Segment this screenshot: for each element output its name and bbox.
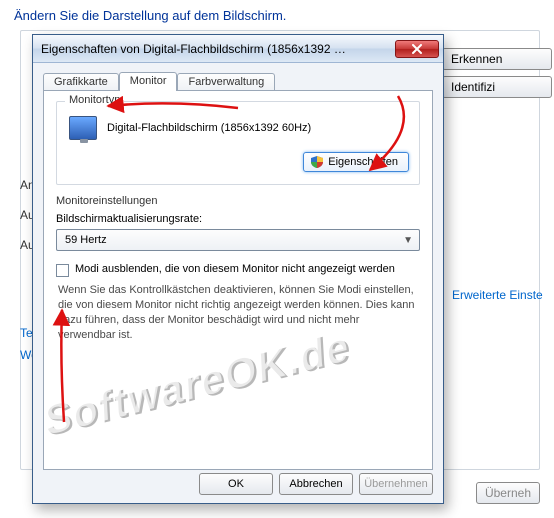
monitor-properties-button-label: Eigenschaften	[328, 156, 398, 168]
hide-modes-checkbox[interactable]	[56, 264, 69, 277]
identify-button[interactable]: Identifizi	[442, 76, 552, 98]
hide-modes-help: Wenn Sie das Kontrollkästchen deaktivier…	[58, 283, 418, 342]
uac-shield-icon	[310, 155, 324, 169]
dialog-body: Grafikkarte Monitor Farbverwaltung Monit…	[33, 63, 443, 470]
monitor-icon	[69, 116, 97, 140]
window-title: Eigenschaften von Digital-Flachbildschir…	[41, 42, 391, 56]
hide-modes-label: Modi ausblenden, die von diesem Monitor …	[75, 263, 395, 275]
dialog-button-row: OK Abbrechen Übernehmen	[199, 473, 433, 495]
ok-button[interactable]: OK	[199, 473, 273, 495]
refresh-rate-value: 59 Hertz	[65, 234, 107, 246]
monitor-properties-dialog: Eigenschaften von Digital-Flachbildschir…	[32, 34, 444, 504]
refresh-rate-combo[interactable]: 59 Hertz ▼	[56, 229, 420, 251]
hide-modes-row[interactable]: Modi ausblenden, die von diesem Monitor …	[56, 263, 420, 277]
page-heading: Ändern Sie die Darstellung auf dem Bilds…	[0, 0, 554, 33]
tab-strip: Grafikkarte Monitor Farbverwaltung	[43, 69, 433, 91]
refresh-rate-label: Bildschirmaktualisierungsrate:	[56, 213, 420, 225]
tab-adapter[interactable]: Grafikkarte	[43, 73, 119, 91]
tab-color[interactable]: Farbverwaltung	[177, 73, 275, 91]
group-monitortype-caption: Monitortyp	[65, 94, 124, 106]
close-button[interactable]	[395, 40, 439, 58]
cancel-button[interactable]: Abbrechen	[279, 473, 353, 495]
monitor-properties-button[interactable]: Eigenschaften	[303, 152, 409, 172]
monitor-name: Digital-Flachbildschirm (1856x1392 60Hz)	[107, 122, 311, 134]
tab-monitor[interactable]: Monitor	[119, 72, 178, 91]
chevron-down-icon: ▼	[403, 235, 413, 246]
apply-button[interactable]: Übernehmen	[359, 473, 433, 495]
settings-caption: Monitoreinstellungen	[56, 195, 420, 207]
monitor-entry: Digital-Flachbildschirm (1856x1392 60Hz)	[69, 116, 409, 140]
close-icon	[412, 44, 422, 54]
apply-button-bg[interactable]: Überneh	[476, 482, 540, 504]
advanced-settings-link[interactable]: Erweiterte Einste	[452, 288, 543, 302]
group-monitortype: Monitortyp Digital-Flachbildschirm (1856…	[56, 101, 420, 185]
titlebar[interactable]: Eigenschaften von Digital-Flachbildschir…	[33, 35, 443, 63]
tab-pane-monitor: Monitortyp Digital-Flachbildschirm (1856…	[43, 90, 433, 470]
detect-button[interactable]: Erkennen	[442, 48, 552, 70]
right-buttons: Erkennen Identifizi	[442, 48, 552, 104]
